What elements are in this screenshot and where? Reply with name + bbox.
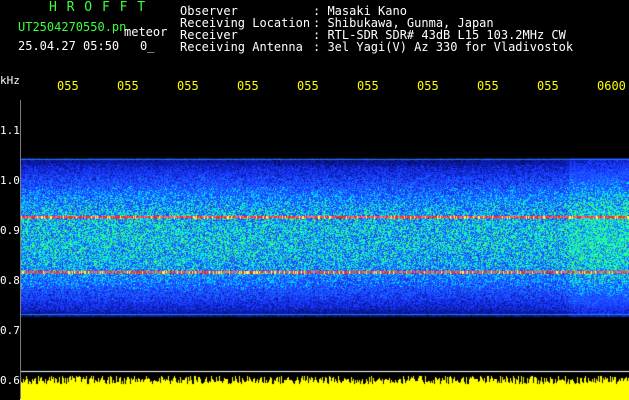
x-tick-label: 0600 <box>597 79 626 93</box>
filename-label: UT2504270550.pn <box>18 20 127 34</box>
y-tick-label: 0.7 <box>0 324 20 337</box>
x-tick-label: 055 <box>117 79 139 93</box>
x-tick-label: 055 <box>537 79 559 93</box>
y-unit-label: kHz <box>0 74 20 87</box>
x-tick-label: 055 <box>57 79 79 93</box>
y-tick-label: 0.9 <box>0 224 20 237</box>
y-tick-label: 1.1 <box>0 124 20 137</box>
antenna-label: Receiving Antenna <box>180 40 303 54</box>
x-tick-label: 055 <box>297 79 319 93</box>
datetime-label: 25.04.27 05:50 <box>18 39 120 53</box>
brand-title: H R O F F T <box>49 0 147 15</box>
x-tick-label: 055 <box>177 79 199 93</box>
counter-label: 0_ <box>140 39 155 53</box>
y-tick-label: 0.8 <box>0 274 20 287</box>
y-tick-label: 1.0 <box>0 174 20 187</box>
x-tick-label: 055 <box>477 79 499 93</box>
meteor-label: meteor <box>124 25 168 39</box>
spectrogram-canvas[interactable] <box>20 100 629 400</box>
x-tick-label: 055 <box>357 79 379 93</box>
x-tick-label: 055 <box>417 79 439 93</box>
y-tick-label: 0.6 <box>0 374 20 387</box>
antenna-value: : 3el Yagi(V) Az 330 for Vladivostok <box>313 40 574 54</box>
x-tick-label: 055 <box>237 79 259 93</box>
